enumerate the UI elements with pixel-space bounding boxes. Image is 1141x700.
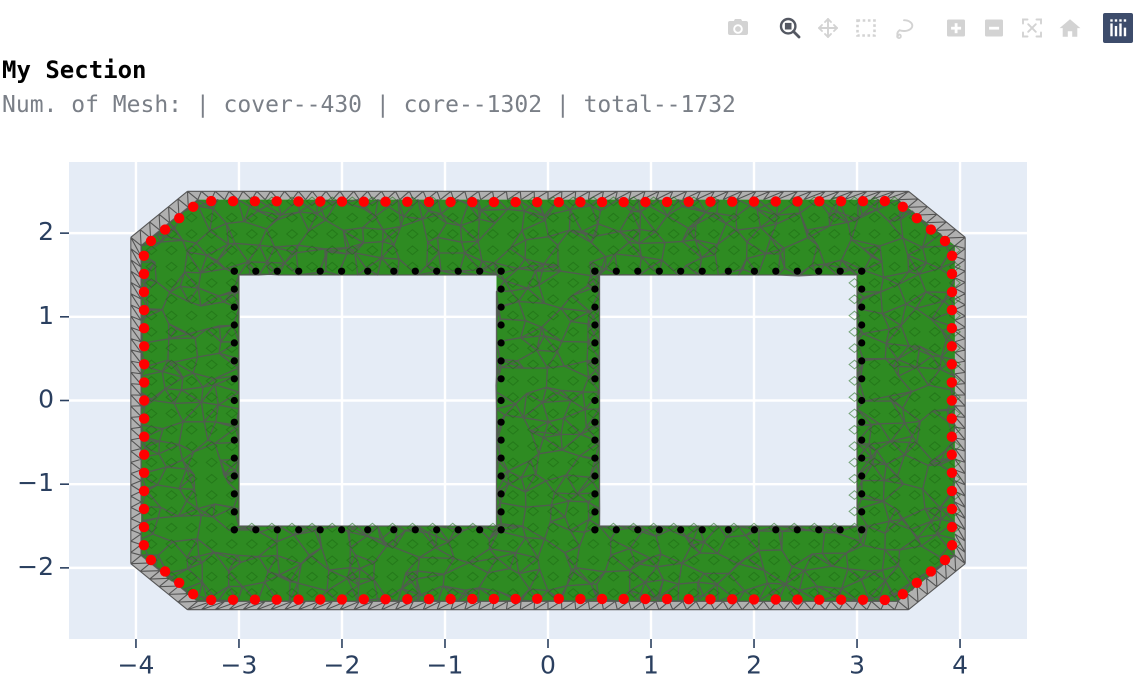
svg-text:2: 2 bbox=[746, 650, 762, 679]
lasso-select-icon bbox=[896, 19, 914, 39]
svg-text:2: 2 bbox=[38, 217, 54, 246]
reset-axes-button[interactable] bbox=[1051, 10, 1089, 46]
modebar-group-drag bbox=[771, 10, 923, 46]
title-block: My Section Num. of Mesh: | cover--430 | … bbox=[0, 56, 1100, 120]
zoom-button[interactable] bbox=[771, 10, 809, 46]
section-mesh-plot[interactable]: −4 −3 −2 −1 0 1 2 3 4 −2 −1 0 1 2 bbox=[0, 140, 1141, 700]
svg-text:−1: −1 bbox=[17, 468, 54, 497]
lasso-select-button[interactable] bbox=[885, 10, 923, 46]
svg-text:−3: −3 bbox=[221, 650, 258, 679]
svg-text:−2: −2 bbox=[324, 650, 361, 679]
download-plot-as-png-button[interactable] bbox=[719, 10, 757, 46]
camera-icon bbox=[728, 19, 748, 35]
home-icon bbox=[1059, 19, 1081, 37]
svg-text:1: 1 bbox=[643, 650, 659, 679]
pan-arrows-icon bbox=[818, 18, 838, 38]
autoscale-button[interactable] bbox=[1013, 10, 1051, 46]
svg-text:4: 4 bbox=[952, 650, 968, 679]
page-title: My Section bbox=[2, 56, 147, 84]
mesh-count-subtitle: Num. of Mesh: | cover--430 | core--1302 … bbox=[2, 92, 736, 118]
plus-square-icon bbox=[947, 19, 965, 37]
modebar-group-zoom bbox=[937, 10, 1089, 46]
svg-text:1: 1 bbox=[38, 301, 54, 330]
svg-text:3: 3 bbox=[849, 650, 865, 679]
plotly-modebar[interactable] bbox=[719, 10, 1133, 46]
modebar-group-logo bbox=[1103, 13, 1133, 43]
zoom-magnifier-icon bbox=[779, 17, 801, 39]
modebar-group-download bbox=[719, 10, 757, 46]
plotly-bars-logo-icon bbox=[1110, 19, 1127, 37]
plotly-logo-button[interactable] bbox=[1103, 13, 1133, 43]
svg-text:0: 0 bbox=[38, 385, 54, 414]
autoscale-expand-icon bbox=[1022, 18, 1042, 38]
svg-text:−4: −4 bbox=[118, 650, 155, 679]
plot-svg: −4 −3 −2 −1 0 1 2 3 4 −2 −1 0 1 2 bbox=[17, 162, 1027, 679]
zoom-out-button[interactable] bbox=[975, 10, 1013, 46]
box-select-button[interactable] bbox=[847, 10, 885, 46]
pan-button[interactable] bbox=[809, 10, 847, 46]
box-select-icon bbox=[856, 19, 876, 37]
svg-text:−1: −1 bbox=[427, 650, 464, 679]
minus-square-icon bbox=[985, 19, 1003, 37]
svg-text:−2: −2 bbox=[17, 552, 54, 581]
zoom-in-button[interactable] bbox=[937, 10, 975, 46]
svg-text:0: 0 bbox=[540, 650, 556, 679]
